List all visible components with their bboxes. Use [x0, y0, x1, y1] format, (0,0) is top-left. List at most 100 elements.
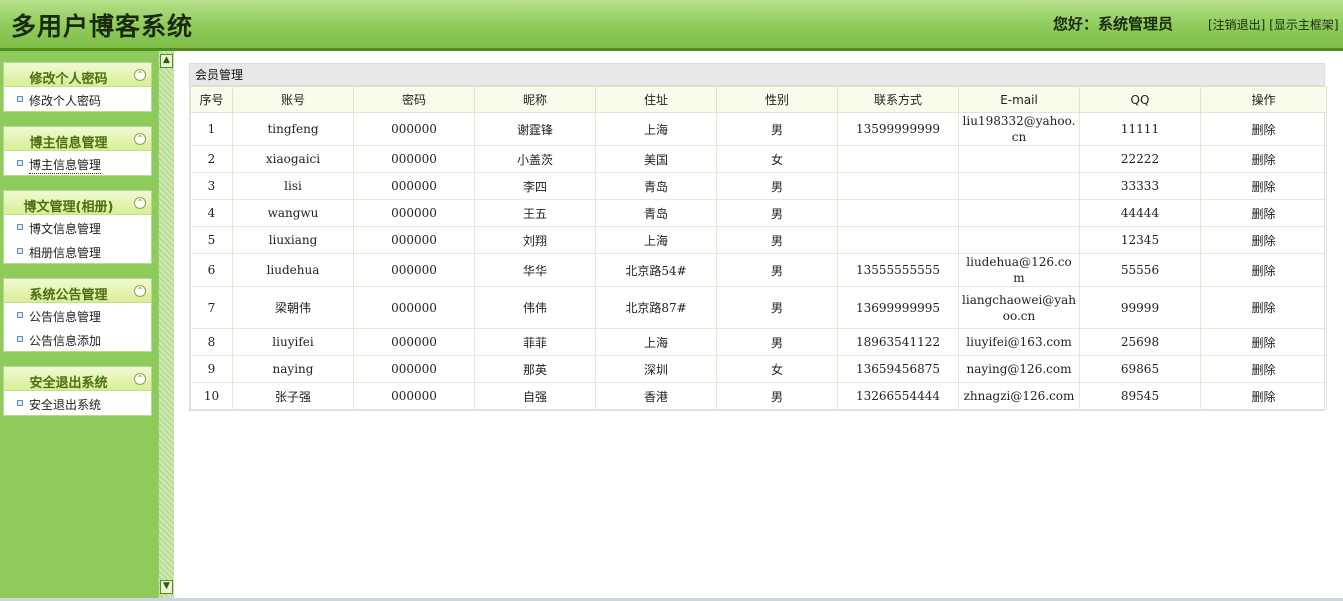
table-cell: 7: [190, 286, 233, 329]
column-header: 住址: [595, 86, 717, 113]
table-cell: 000000: [353, 145, 475, 173]
table-row: 7 梁朝伟 000000 伟伟 北京路87# 男 13699999995 liangchaow…: [190, 286, 1327, 329]
collapse-icon[interactable]: ⌃: [134, 197, 146, 209]
menu-item-post-info[interactable]: 博文信息管理: [4, 215, 151, 239]
table-cell: 北京路87#: [595, 286, 717, 329]
menu-item-announcement-info[interactable]: 公告信息管理: [4, 303, 151, 327]
table-cell: 男: [716, 382, 838, 410]
collapse-icon[interactable]: ⌃: [134, 373, 146, 385]
delete-link[interactable]: 删除: [1251, 301, 1275, 315]
menu-item-label: 安全退出系统: [29, 398, 102, 412]
table-cell: 13659456875: [837, 355, 959, 383]
table-cell: 000000: [353, 355, 475, 383]
sidebar: 修改个人密码 ⌃ 修改个人密码 博主信息管理 ⌃ 博主信息管理 博文管理(相册)…: [0, 51, 158, 598]
menu-item-safe-logout[interactable]: 安全退出系统: [4, 391, 151, 415]
table-header-row: 序号 账号 密码 昵称 住址 性别 联系方式 E-mail QQ 操作: [190, 86, 1327, 113]
table-cell: 删除: [1200, 226, 1327, 254]
bullet-icon: [17, 96, 23, 102]
table-cell: lisi: [232, 172, 354, 200]
scroll-up-icon[interactable]: ▲: [160, 54, 173, 68]
delete-link[interactable]: 删除: [1251, 207, 1275, 221]
table-cell: 上海: [595, 328, 717, 356]
table-cell: liuyifei: [232, 328, 354, 356]
menu-item-album-info[interactable]: 相册信息管理: [4, 239, 151, 263]
table-cell: liuyifei@163.com: [958, 328, 1080, 356]
table-cell: 北京路54#: [595, 253, 717, 287]
show-main-frame-link[interactable]: [显示主框架]: [1269, 18, 1338, 32]
table-cell: 删除: [1200, 253, 1327, 287]
table-cell: 000000: [353, 253, 475, 287]
table-cell: 1: [190, 112, 233, 146]
sidebar-splitter[interactable]: ▲ ▼: [158, 51, 174, 598]
table-cell: 华华: [474, 253, 596, 287]
menu-item-label: 博主信息管理: [29, 158, 102, 174]
member-table: 序号 账号 密码 昵称 住址 性别 联系方式 E-mail QQ 操作 1 tin…: [190, 86, 1327, 410]
table-cell: 6: [190, 253, 233, 287]
table-cell: 删除: [1200, 199, 1327, 227]
column-header: 序号: [190, 86, 233, 113]
table-cell: 000000: [353, 226, 475, 254]
column-header: 性别: [716, 86, 838, 113]
delete-link[interactable]: 删除: [1251, 336, 1275, 350]
collapse-icon[interactable]: ⌃: [134, 133, 146, 145]
scroll-down-icon[interactable]: ▼: [160, 580, 173, 594]
delete-link[interactable]: 删除: [1251, 153, 1275, 167]
table-cell: 王五: [474, 199, 596, 227]
table-cell: 删除: [1200, 328, 1327, 356]
column-header: 密码: [353, 86, 475, 113]
delete-link[interactable]: 删除: [1251, 363, 1275, 377]
bullet-icon: [17, 312, 23, 318]
table-cell: naying@126.com: [958, 355, 1080, 383]
table-cell: liuxiang: [232, 226, 354, 254]
table-cell: 4: [190, 199, 233, 227]
table-cell: 上海: [595, 226, 717, 254]
header-links: [注销退出] [显示主框架]: [1208, 16, 1339, 33]
menu-group-logout: 安全退出系统 ⌃ 安全退出系统: [3, 366, 152, 416]
table-cell: 99999: [1079, 286, 1201, 329]
table-cell: 男: [716, 328, 838, 356]
table-cell: 男: [716, 226, 838, 254]
menu-group-header[interactable]: 修改个人密码 ⌃: [4, 63, 151, 87]
menu-group-password: 修改个人密码 ⌃ 修改个人密码: [3, 62, 152, 112]
logout-link[interactable]: [注销退出]: [1208, 18, 1265, 32]
collapse-icon[interactable]: ⌃: [134, 69, 146, 81]
table-cell: 刘翔: [474, 226, 596, 254]
menu-group-header[interactable]: 安全退出系统 ⌃: [4, 367, 151, 391]
bullet-icon: [17, 336, 23, 342]
table-row: 2 xiaogaici 000000 小盖茨 美国女 22222 删除: [190, 145, 1327, 173]
delete-link[interactable]: 删除: [1251, 123, 1275, 137]
menu-group-header[interactable]: 系统公告管理 ⌃: [4, 279, 151, 303]
table-cell: tingfeng: [232, 112, 354, 146]
menu-item-change-password[interactable]: 修改个人密码: [4, 87, 151, 111]
table-cell: 伟伟: [474, 286, 596, 329]
table-cell: [837, 145, 959, 173]
table-row: 9 naying 000000 那英 深圳女 13659456875 naying@126.…: [190, 355, 1327, 383]
bullet-icon: [17, 400, 23, 406]
menu-group-blogger: 博主信息管理 ⌃ 博主信息管理: [3, 126, 152, 176]
table-cell: 小盖茨: [474, 145, 596, 173]
table-cell: [837, 226, 959, 254]
table-cell: 33333: [1079, 172, 1201, 200]
table-cell: 10: [190, 382, 233, 410]
delete-link[interactable]: 删除: [1251, 180, 1275, 194]
menu-group-header[interactable]: 博主信息管理 ⌃: [4, 127, 151, 151]
collapse-icon[interactable]: ⌃: [134, 285, 146, 297]
table-cell: 000000: [353, 112, 475, 146]
table-cell: 上海: [595, 112, 717, 146]
table-cell: 删除: [1200, 112, 1327, 146]
table-cell: 000000: [353, 328, 475, 356]
delete-link[interactable]: 删除: [1251, 264, 1275, 278]
table-cell: 13699999995: [837, 286, 959, 329]
menu-item-announcement-add[interactable]: 公告信息添加: [4, 327, 151, 351]
bullet-icon: [17, 248, 23, 254]
delete-link[interactable]: 删除: [1251, 390, 1275, 404]
delete-link[interactable]: 删除: [1251, 234, 1275, 248]
menu-item-blogger-info[interactable]: 博主信息管理: [4, 151, 151, 175]
table-cell: 女: [716, 145, 838, 173]
bullet-icon: [17, 224, 23, 230]
table-cell: 13266554444: [837, 382, 959, 410]
table-cell: 青岛: [595, 172, 717, 200]
table-cell: 000000: [353, 286, 475, 329]
column-header: QQ: [1079, 86, 1201, 113]
menu-group-header[interactable]: 博文管理(相册) ⌃: [4, 191, 151, 215]
